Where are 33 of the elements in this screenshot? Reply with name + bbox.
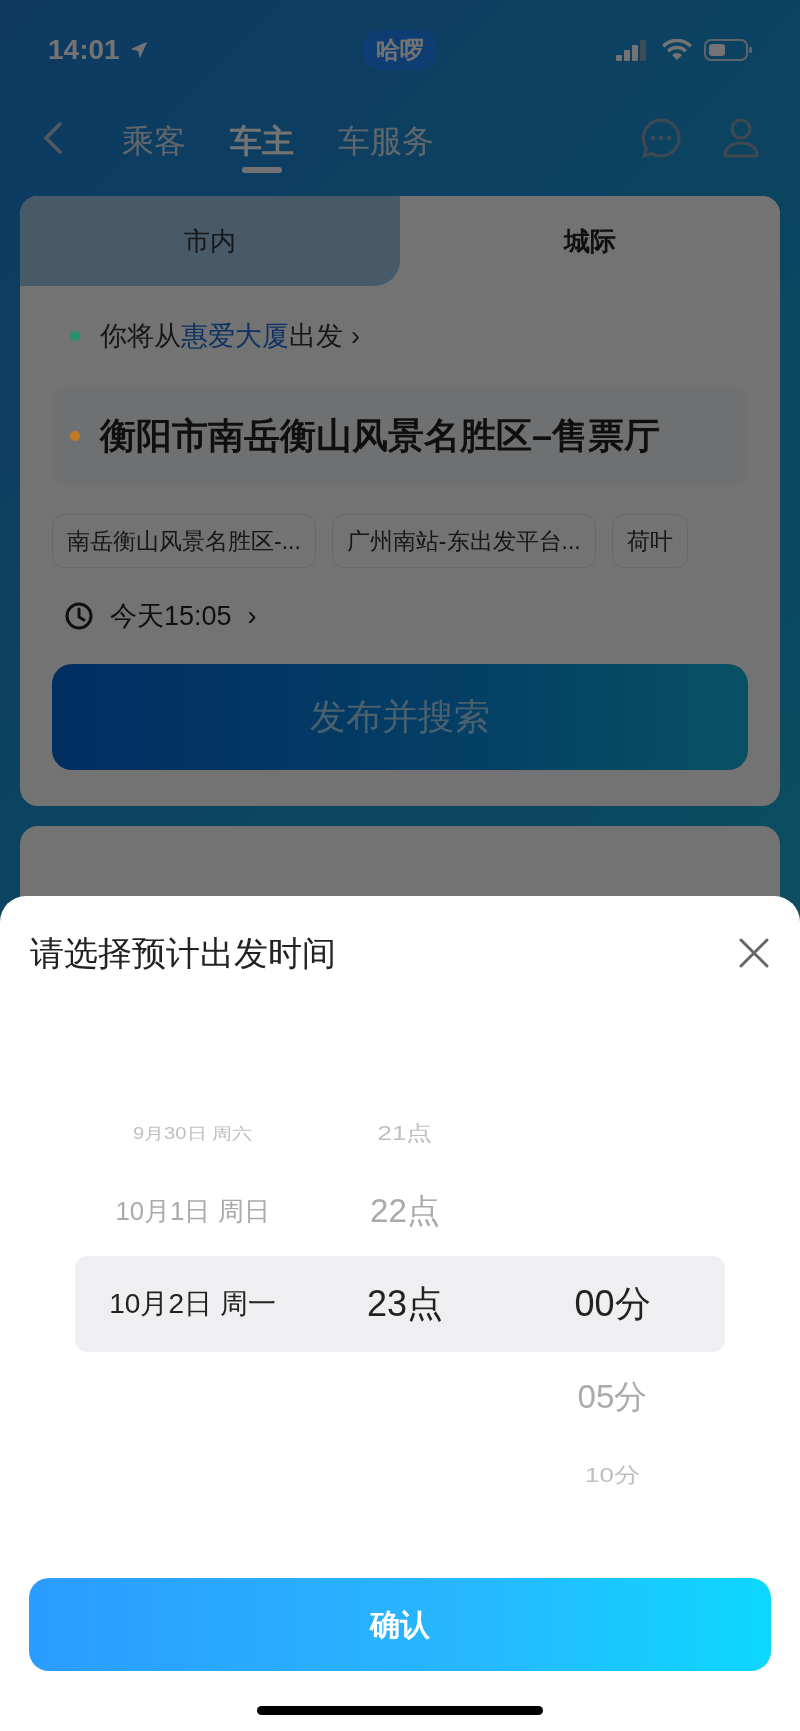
confirm-button[interactable]: 确认 xyxy=(29,1578,771,1672)
status-time: 14:01 xyxy=(48,33,120,67)
picker-option[interactable]: 9月30日 周六 xyxy=(132,1121,253,1146)
picker-option[interactable]: 10月2日 周一 xyxy=(109,1283,276,1326)
picker-option[interactable]: 05分 xyxy=(577,1372,648,1422)
picker-option[interactable]: 00分 xyxy=(574,1277,651,1332)
origin-text[interactable]: 你将从惠爱大厦出发 xyxy=(100,315,343,357)
destination-field[interactable]: 衡阳市南岳衡山风景名胜区–售票厅 xyxy=(52,386,748,486)
suggestion-chip[interactable]: 广州南站-东出发平台... xyxy=(331,514,596,568)
picker-option[interactable]: 22点 xyxy=(370,1186,440,1236)
destination-text: 衡阳市南岳衡山风景名胜区–售票厅 xyxy=(100,414,661,458)
picker-option[interactable]: 10月1日 周日 xyxy=(115,1191,270,1231)
nav-tab[interactable]: 乘客 xyxy=(122,103,186,173)
nav-tab[interactable]: 车服务 xyxy=(338,103,434,173)
clock-icon xyxy=(64,601,94,631)
chevron-icon: › xyxy=(247,595,257,637)
nav-tab[interactable]: 车主 xyxy=(230,103,294,173)
app-pill: 哈啰 xyxy=(362,30,438,70)
chevron-icon: › xyxy=(351,315,360,357)
picker-option[interactable]: 21点 xyxy=(377,1117,433,1149)
publish-button[interactable]: 发布并搜索 xyxy=(52,664,748,770)
suggestion-chip[interactable]: 南岳衡山风景名胜区-... xyxy=(52,514,316,568)
wifi-icon xyxy=(662,39,692,61)
picker-option[interactable]: 23点 xyxy=(366,1277,443,1332)
suggestion-chip[interactable]: 荷叶 xyxy=(611,514,688,568)
user-icon[interactable] xyxy=(722,117,760,159)
mode-tab[interactable]: 市内 xyxy=(20,196,400,286)
picker-option[interactable]: 10分 xyxy=(585,1459,640,1491)
chat-bubble-icon[interactable] xyxy=(640,117,682,159)
departure-time[interactable]: 今天15:05 xyxy=(110,595,232,637)
battery-icon xyxy=(704,38,752,62)
sheet-title: 请选择预计出发时间 xyxy=(30,932,336,974)
close-icon[interactable] xyxy=(738,937,770,970)
